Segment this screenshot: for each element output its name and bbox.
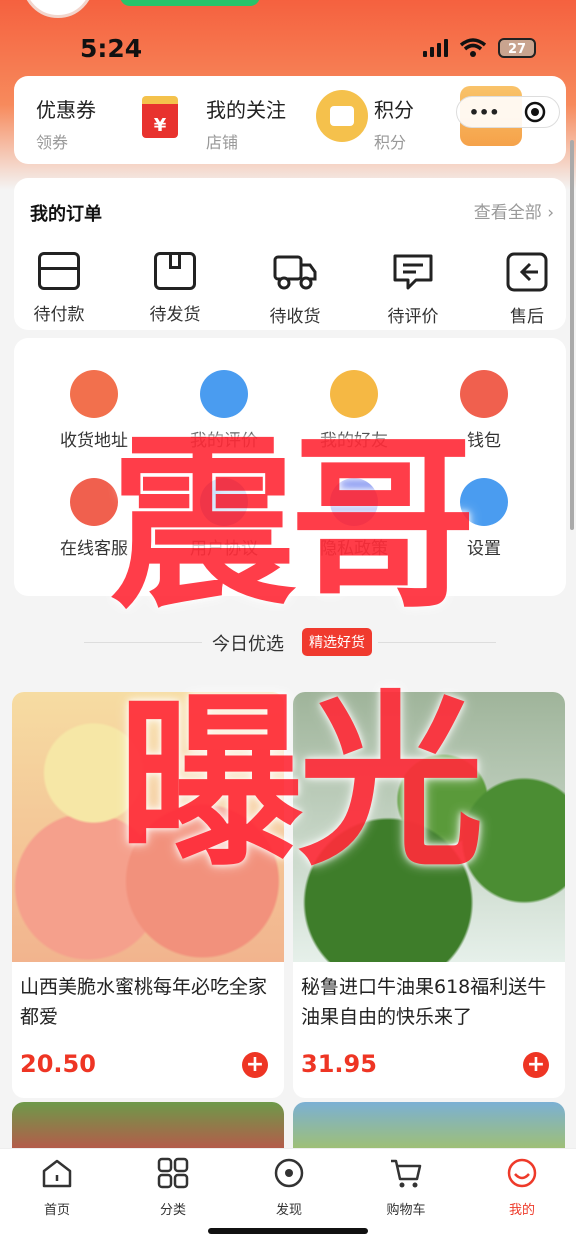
- service-support[interactable]: 在线客服: [34, 478, 154, 559]
- service-label: 隐私政策: [320, 539, 388, 559]
- divider: [84, 642, 202, 643]
- service-privacy[interactable]: 隐私政策: [294, 478, 414, 559]
- product-card[interactable]: 秘鲁进口牛油果618福利送牛油果自由的快乐来了 31.95 +: [293, 692, 565, 1098]
- tab-discover[interactable]: 发现: [249, 1157, 329, 1218]
- service-label: 用户协议: [190, 539, 258, 559]
- today-title: 今日优选: [212, 634, 284, 655]
- tab-label: 发现: [275, 1203, 302, 1218]
- tab-label: 首页: [43, 1203, 70, 1218]
- mini-program-capsule[interactable]: •••: [456, 96, 560, 128]
- order-after-sales[interactable]: 售后: [482, 252, 572, 327]
- points-sub: 积分: [374, 133, 407, 152]
- product-image-peach: [12, 692, 284, 962]
- cart-icon: [391, 1159, 422, 1188]
- shop-icon: [316, 90, 368, 142]
- discover-icon: [274, 1158, 304, 1188]
- add-to-cart-button[interactable]: +: [242, 1052, 268, 1078]
- order-label: 待评价: [387, 307, 439, 327]
- points-entry[interactable]: 积分 积分: [374, 94, 414, 153]
- wifi-icon: [460, 38, 486, 57]
- coupon-entry[interactable]: 优惠券 领券: [36, 94, 96, 153]
- service-settings[interactable]: 设置: [424, 478, 544, 559]
- service-label: 设置: [467, 539, 501, 559]
- service-label: 钱包: [467, 431, 501, 451]
- close-target-icon[interactable]: [523, 100, 547, 124]
- service-label: 我的好友: [320, 431, 388, 451]
- service-label: 在线客服: [60, 539, 128, 559]
- category-icon: [157, 1157, 189, 1189]
- service-wallet[interactable]: 钱包: [424, 370, 544, 451]
- coupon-title: 优惠券: [36, 98, 96, 122]
- today-picks-header: 今日优选 精选好货: [0, 628, 576, 658]
- product-price: 20.50: [20, 1050, 96, 1078]
- tab-cart[interactable]: 购物车: [366, 1157, 446, 1218]
- follow-sub: 店铺: [206, 133, 239, 152]
- divider: [378, 642, 496, 643]
- tab-home[interactable]: 首页: [17, 1157, 97, 1218]
- order-label: 待发货: [149, 305, 201, 325]
- order-label: 售后: [510, 307, 544, 327]
- signal-icon: [423, 39, 448, 57]
- service-address[interactable]: 收货地址: [34, 370, 154, 451]
- follow-title: 我的关注: [206, 98, 286, 122]
- home-indicator: [208, 1228, 368, 1234]
- tab-profile[interactable]: 我的: [482, 1157, 562, 1218]
- orders-title: 我的订单: [30, 204, 102, 225]
- view-all-link[interactable]: 查看全部 ›: [474, 198, 554, 223]
- points-title: 积分: [374, 98, 414, 122]
- wallet-icon: [38, 252, 80, 290]
- return-icon: [506, 252, 548, 292]
- status-pill: [120, 0, 260, 6]
- comment-icon: [393, 254, 433, 290]
- headset-icon: [70, 478, 118, 526]
- document-icon: [200, 370, 248, 418]
- profile-icon: [507, 1158, 537, 1188]
- coupon-sub: 领券: [36, 133, 69, 152]
- order-label: 待收货: [269, 307, 321, 327]
- orders-card: 我的订单 查看全部 › 待付款 待发货 待收货 待评价 售后: [14, 178, 566, 330]
- tab-label: 我的: [508, 1203, 535, 1218]
- service-label: 收货地址: [60, 431, 128, 451]
- agreement-icon: [200, 478, 248, 526]
- product-price: 31.95: [301, 1050, 377, 1078]
- status-time: 5:24: [80, 34, 143, 63]
- service-label: 我的评价: [190, 431, 258, 451]
- card-icon: [460, 370, 508, 418]
- red-envelope-icon: ¥: [142, 96, 178, 138]
- add-to-cart-button[interactable]: +: [523, 1052, 549, 1078]
- status-icons: 27: [423, 38, 536, 58]
- tab-label: 分类: [159, 1203, 186, 1218]
- services-card: 收货地址 我的评价 我的好友 钱包 在线客服 用户协议 隐私政策 设置: [14, 338, 566, 596]
- order-pending-shipment[interactable]: 待发货: [130, 252, 220, 325]
- product-title: 山西美脆水蜜桃每年必吃全家都爱: [20, 976, 268, 1028]
- info-icon: [460, 478, 508, 526]
- box-icon: [154, 252, 196, 290]
- product-image-avocado: [293, 692, 565, 962]
- crown-icon: [330, 370, 378, 418]
- service-friends[interactable]: 我的好友: [294, 370, 414, 451]
- today-tag: 精选好货: [302, 628, 372, 656]
- home-icon: [42, 1159, 72, 1188]
- product-card[interactable]: 山西美脆水蜜桃每年必吃全家都爱 20.50 +: [12, 692, 284, 1098]
- order-label: 待付款: [33, 305, 85, 325]
- follow-entry[interactable]: 我的关注 店铺: [206, 94, 286, 153]
- service-reviews[interactable]: 我的评价: [164, 370, 284, 451]
- scrollbar[interactable]: [570, 140, 574, 530]
- tab-category[interactable]: 分类: [133, 1157, 213, 1218]
- product-title: 秘鲁进口牛油果618福利送牛油果自由的快乐来了: [301, 976, 547, 1028]
- order-pending-receipt[interactable]: 待收货: [250, 252, 340, 327]
- order-pending-review[interactable]: 待评价: [368, 252, 458, 327]
- service-agreement[interactable]: 用户协议: [164, 478, 284, 559]
- tab-label: 购物车: [386, 1203, 426, 1218]
- battery-indicator: 27: [498, 38, 536, 58]
- location-icon: [70, 370, 118, 418]
- order-pending-payment[interactable]: 待付款: [14, 252, 104, 325]
- truck-icon: [273, 255, 317, 290]
- more-dots-icon[interactable]: •••: [469, 103, 500, 122]
- privacy-icon: [330, 478, 378, 526]
